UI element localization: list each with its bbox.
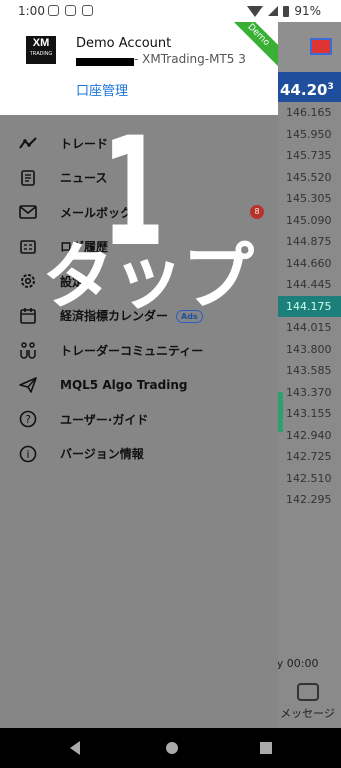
menu-item-label: ニュース <box>60 171 108 186</box>
price-ticker: 44.203 <box>278 72 341 102</box>
menu-item-label: ユーザー·ガイド <box>60 412 149 427</box>
chart-line-icon <box>18 133 38 153</box>
recents-icon[interactable] <box>260 742 272 754</box>
price-row: 145.090 <box>286 213 332 227</box>
notification-icons <box>48 5 93 16</box>
chat-icon <box>296 683 319 701</box>
status-bar: 1:00 91% <box>0 0 341 22</box>
log-icon <box>18 237 38 257</box>
home-icon[interactable] <box>166 742 178 754</box>
battery-icon <box>283 5 290 17</box>
account-manage-link[interactable]: 口座管理 <box>76 80 128 99</box>
status-right: 91% <box>247 4 321 18</box>
price-row: 144.015 <box>286 321 332 334</box>
price-column: 146.165 145.950 145.735 145.520 145.305 … <box>278 102 341 511</box>
help-icon: ? <box>18 409 38 429</box>
account-server: - XMTrading-MT5 3 <box>134 52 246 66</box>
price-row: 142.725 <box>286 450 332 463</box>
price-row: 142.940 <box>286 428 332 442</box>
unread-count-badge: 8 <box>250 205 264 220</box>
notification-icon <box>48 5 59 16</box>
news-icon <box>18 168 38 188</box>
price-row: 146.165 <box>286 106 332 119</box>
price-row: 143.370 <box>286 385 332 399</box>
candle-bar <box>278 392 283 432</box>
send-icon <box>18 375 38 395</box>
price-row: 145.305 <box>286 192 332 205</box>
price-row: 142.510 <box>286 471 332 485</box>
price-row: 144.660 <box>286 256 332 270</box>
price-row: 143.585 <box>286 364 332 377</box>
svg-text:i: i <box>26 448 29 461</box>
menu-item-community[interactable]: トレーダーコミュニティー <box>0 333 278 368</box>
xm-logo: XM TRADING <box>26 36 56 64</box>
cellular-icon <box>268 6 279 16</box>
flag-icon[interactable] <box>310 38 332 55</box>
account-title: Demo Account <box>76 36 172 51</box>
back-icon[interactable] <box>70 741 80 755</box>
wifi-icon <box>247 5 264 17</box>
menu-item-user-guide[interactable]: ? ユーザー·ガイド <box>0 402 278 437</box>
calendar-icon <box>18 306 38 326</box>
info-icon: i <box>18 444 38 464</box>
system-nav-bar <box>0 728 341 768</box>
menu-item-label: トレード <box>60 136 109 151</box>
ticker-sup: 3 <box>327 82 334 92</box>
status-time: 1:00 <box>18 4 45 18</box>
home-status-icon <box>65 5 76 16</box>
menu-item-mql5[interactable]: MQL5 Algo Trading <box>0 368 278 403</box>
price-row: 142.295 <box>286 493 332 506</box>
messages-tab[interactable]: メッセージ <box>274 683 341 721</box>
menu-item-label: トレーダーコミュニティー <box>60 343 204 358</box>
battery-level: 91% <box>294 4 321 18</box>
messages-tab-label: メッセージ <box>280 707 335 720</box>
community-icon <box>18 340 38 360</box>
price-row: 145.735 <box>286 149 332 162</box>
price-row: 143.800 <box>286 342 332 356</box>
price-row: 145.950 <box>286 127 332 141</box>
logo-sub: TRADING <box>29 51 53 57</box>
svg-text:?: ? <box>25 413 31 426</box>
current-price-row: 144.175 <box>278 295 341 317</box>
menu-item-label: バージョン情報 <box>60 447 144 462</box>
price-row: 143.155 <box>286 407 332 420</box>
redacted-account-number <box>76 58 134 66</box>
menu-item-version-info[interactable]: i バージョン情報 <box>0 437 278 472</box>
price-row: 144.875 <box>286 235 332 248</box>
gear-icon <box>18 271 38 291</box>
mail-icon <box>18 202 38 222</box>
sync-icon <box>82 5 93 16</box>
ticker-main: 44.20 <box>280 81 328 99</box>
tap-instruction-annotation: タップ <box>42 235 254 319</box>
logo-main: XM <box>32 37 50 49</box>
price-row: 144.445 <box>286 278 332 291</box>
drawer-header: XM TRADING Demo Account - XMTrading-MT5 3… <box>0 22 278 115</box>
price-row: 145.520 <box>286 170 332 184</box>
menu-item-label: MQL5 Algo Trading <box>60 377 188 392</box>
